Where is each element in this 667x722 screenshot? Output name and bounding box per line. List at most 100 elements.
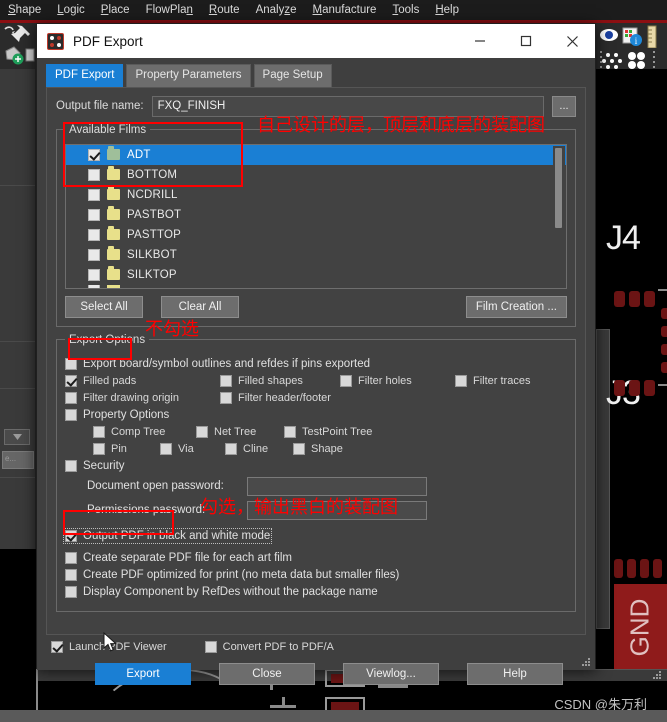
menu-item-tools[interactable]: Tools xyxy=(384,2,427,18)
export-outlines-row[interactable]: Export board/symbol outlines and refdes … xyxy=(65,357,567,370)
convert-pdfa-option[interactable]: Convert PDF to PDF/A xyxy=(204,640,334,653)
filter-traces-checkbox[interactable] xyxy=(455,374,467,387)
viewlog-button[interactable]: Viewlog... xyxy=(343,662,439,685)
toolbar-left[interactable] xyxy=(0,23,36,69)
films-list-scrollbar[interactable] xyxy=(553,145,565,287)
optimized-print-checkbox[interactable] xyxy=(65,568,77,581)
export-outlines-checkbox[interactable] xyxy=(65,357,77,370)
clear-all-button[interactable]: Clear All xyxy=(161,295,239,318)
film-checkbox-adt[interactable] xyxy=(88,148,100,161)
film-row-bottom[interactable]: BOTTOM xyxy=(66,165,566,185)
film-checkbox-silktop[interactable] xyxy=(88,268,100,281)
browse-button[interactable]: ... xyxy=(552,95,576,117)
close-dialog-button[interactable]: Close xyxy=(219,662,315,685)
help-button[interactable]: Help xyxy=(467,662,563,685)
maximize-button[interactable] xyxy=(503,24,549,58)
cline-option[interactable]: Cline xyxy=(225,442,293,455)
menu-item-flowplan[interactable]: FlowPlan xyxy=(138,2,201,18)
testpoint-tree-checkbox[interactable] xyxy=(284,425,296,438)
menu-item-help[interactable]: Help xyxy=(427,2,467,18)
film-checkbox-ncdrill[interactable] xyxy=(88,188,100,201)
select-all-button[interactable]: Select All xyxy=(65,295,143,318)
window-buttons[interactable] xyxy=(457,24,595,58)
tab-pdf-export[interactable]: PDF Export xyxy=(46,64,124,87)
filter-holes-option[interactable]: Filter holes xyxy=(340,374,455,387)
menubar[interactable]: Shape Logic Place FlowPlan Route Analyze… xyxy=(0,0,667,20)
film-checkbox-bottom[interactable] xyxy=(88,168,100,181)
scrollbar-thumb[interactable] xyxy=(555,147,562,228)
shape-checkbox[interactable] xyxy=(293,442,305,455)
film-row-ncdrill[interactable]: NCDRILL xyxy=(66,185,566,205)
convert-pdfa-checkbox[interactable] xyxy=(204,640,217,653)
export-button[interactable]: Export xyxy=(95,662,191,685)
filled-shapes-option[interactable]: Filled shapes xyxy=(220,374,340,387)
net-tree-checkbox[interactable] xyxy=(196,425,208,438)
filled-pads-checkbox[interactable] xyxy=(65,374,77,387)
output-file-input[interactable]: FXQ_FINISH xyxy=(151,95,544,117)
pin-checkbox[interactable] xyxy=(93,442,105,455)
tab-page-setup[interactable]: Page Setup xyxy=(253,64,332,87)
pdf-export-dialog[interactable]: PDF Export PDF Export Property Parameter… xyxy=(36,23,596,685)
film-row-silktop[interactable]: SILKTOP xyxy=(66,265,566,285)
film-row-pasttop[interactable]: PASTTOP xyxy=(66,225,566,245)
film-checkbox-pastbot[interactable] xyxy=(88,208,100,221)
film-row-silkbot[interactable]: SILKBOT xyxy=(66,245,566,265)
comp-tree-checkbox[interactable] xyxy=(93,425,105,438)
left-control-panel[interactable]: e... xyxy=(0,69,36,549)
security-row[interactable]: Security xyxy=(65,459,567,472)
film-checkbox-pasttop[interactable] xyxy=(88,228,100,241)
property-options-checkbox[interactable] xyxy=(65,408,77,421)
film-row-adt[interactable]: ADT xyxy=(66,144,566,165)
via-checkbox[interactable] xyxy=(160,442,172,455)
display-refdes-row[interactable]: Display Component by RefDes without the … xyxy=(65,585,567,598)
film-row-pastbot[interactable]: PASTBOT xyxy=(66,205,566,225)
canvas-resize-grip[interactable] xyxy=(651,669,663,681)
net-tree-option[interactable]: Net Tree xyxy=(196,425,284,438)
shape-option[interactable]: Shape xyxy=(293,442,343,455)
dialog-resize-grip[interactable] xyxy=(580,656,592,668)
panel-text-field[interactable]: e... xyxy=(2,451,34,469)
property-options-row[interactable]: Property Options xyxy=(65,408,567,421)
launch-pdf-viewer-checkbox[interactable] xyxy=(51,640,63,653)
filter-drawing-origin-option[interactable]: Filter drawing origin xyxy=(65,391,220,404)
security-checkbox[interactable] xyxy=(65,459,77,472)
separate-pdf-checkbox[interactable] xyxy=(65,551,77,564)
film-creation-button[interactable]: Film Creation ... xyxy=(465,295,567,318)
film-checkbox-silkbot[interactable] xyxy=(88,248,100,261)
optimized-print-row[interactable]: Create PDF optimized for print (no meta … xyxy=(65,568,567,581)
tab-property-parameters[interactable]: Property Parameters xyxy=(126,64,251,87)
available-films-list[interactable]: ADT BOTTOM NCDRILL PASTBOT PASTTOP SILKB… xyxy=(65,143,567,289)
menu-item-logic[interactable]: Logic xyxy=(49,2,93,18)
filter-drawing-origin-checkbox[interactable] xyxy=(65,391,77,404)
display-refdes-checkbox[interactable] xyxy=(65,585,77,598)
menu-item-shape[interactable]: Shape xyxy=(0,2,49,18)
testpoint-tree-option[interactable]: TestPoint Tree xyxy=(284,425,372,438)
minimize-button[interactable] xyxy=(457,24,503,58)
filter-holes-checkbox[interactable] xyxy=(340,374,352,387)
separate-pdf-row[interactable]: Create separate PDF file for each art fi… xyxy=(65,551,567,564)
film-row-partial[interactable] xyxy=(66,284,566,288)
filter-header-footer-checkbox[interactable] xyxy=(220,391,232,404)
launch-pdf-viewer-option[interactable]: Launch PDF Viewer xyxy=(51,640,167,653)
filled-pads-option[interactable]: Filled pads xyxy=(65,374,220,387)
permissions-password-input[interactable] xyxy=(247,500,427,520)
output-bw-row[interactable]: Output PDF in black and white mode xyxy=(62,527,273,544)
menu-item-place[interactable]: Place xyxy=(93,2,138,18)
filled-shapes-checkbox[interactable] xyxy=(220,374,232,387)
dialog-titlebar[interactable]: PDF Export xyxy=(37,24,595,58)
output-bw-checkbox[interactable] xyxy=(65,529,77,542)
film-checkbox-partial[interactable] xyxy=(88,284,100,288)
filter-traces-option[interactable]: Filter traces xyxy=(455,374,530,387)
menu-item-analyze[interactable]: Analyze xyxy=(248,2,305,18)
panel-dropdown-button[interactable] xyxy=(4,429,30,445)
cline-checkbox[interactable] xyxy=(225,442,237,455)
via-option[interactable]: Via xyxy=(160,442,225,455)
filter-header-footer-option[interactable]: Filter header/footer xyxy=(220,391,331,404)
dialog-tabs[interactable]: PDF Export Property Parameters Page Setu… xyxy=(37,58,595,87)
comp-tree-option[interactable]: Comp Tree xyxy=(93,425,196,438)
menu-item-route[interactable]: Route xyxy=(201,2,248,18)
menu-item-manufacture[interactable]: Manufacture xyxy=(305,2,385,18)
pin-option[interactable]: Pin xyxy=(93,442,160,455)
close-button[interactable] xyxy=(549,24,595,58)
toolbar-right-top[interactable]: i xyxy=(596,23,667,49)
